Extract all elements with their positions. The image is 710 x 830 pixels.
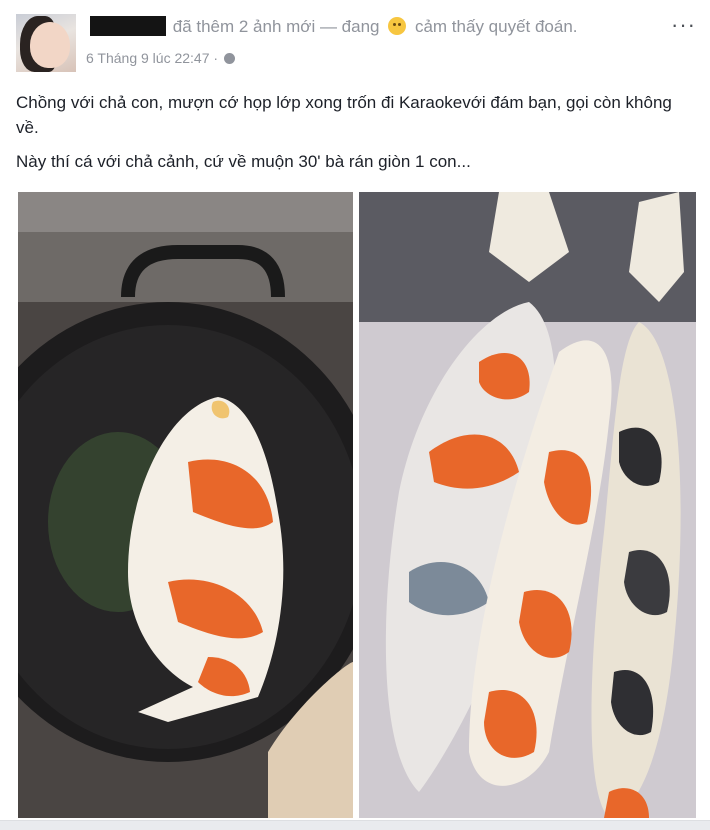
author-action: đã thêm 2 ảnh mới — đang (172, 17, 380, 36)
koi-fish-illustration (359, 192, 696, 818)
globe-icon[interactable] (223, 53, 235, 64)
post-header: đã thêm 2 ảnh mới — đang cảm thấy quyết … (90, 16, 662, 38)
avatar-face (30, 22, 70, 68)
frying-koi-illustration (18, 192, 353, 818)
feeling-text: cảm thấy quyết đoán. (414, 17, 578, 36)
post-text: Chồng với chả con, mượn cớ họp lớp xong … (16, 90, 696, 183)
photo-koi-fish[interactable] (359, 192, 696, 818)
more-options-icon[interactable]: ··· (671, 12, 696, 38)
photo-frying-koi[interactable] (18, 192, 353, 818)
feeling-emoji-icon (388, 17, 407, 35)
post-meta: 6 Tháng 9 lúc 22:47 · (86, 50, 235, 66)
post-text-line-2: Này thí cá với chả cảnh, cứ về muộn 30' … (16, 152, 471, 171)
photo-grid (18, 192, 696, 818)
post-timestamp[interactable]: 6 Tháng 9 lúc 22:47 · (86, 50, 218, 66)
facebook-post: đã thêm 2 ảnh mới — đang cảm thấy quyết … (0, 0, 710, 830)
avatar[interactable] (16, 14, 76, 72)
post-text-line-1: Chồng với chả con, mượn cớ họp lớp xong … (16, 93, 672, 137)
post-bottom-divider (0, 820, 710, 830)
redacted-author-name[interactable] (90, 16, 166, 36)
